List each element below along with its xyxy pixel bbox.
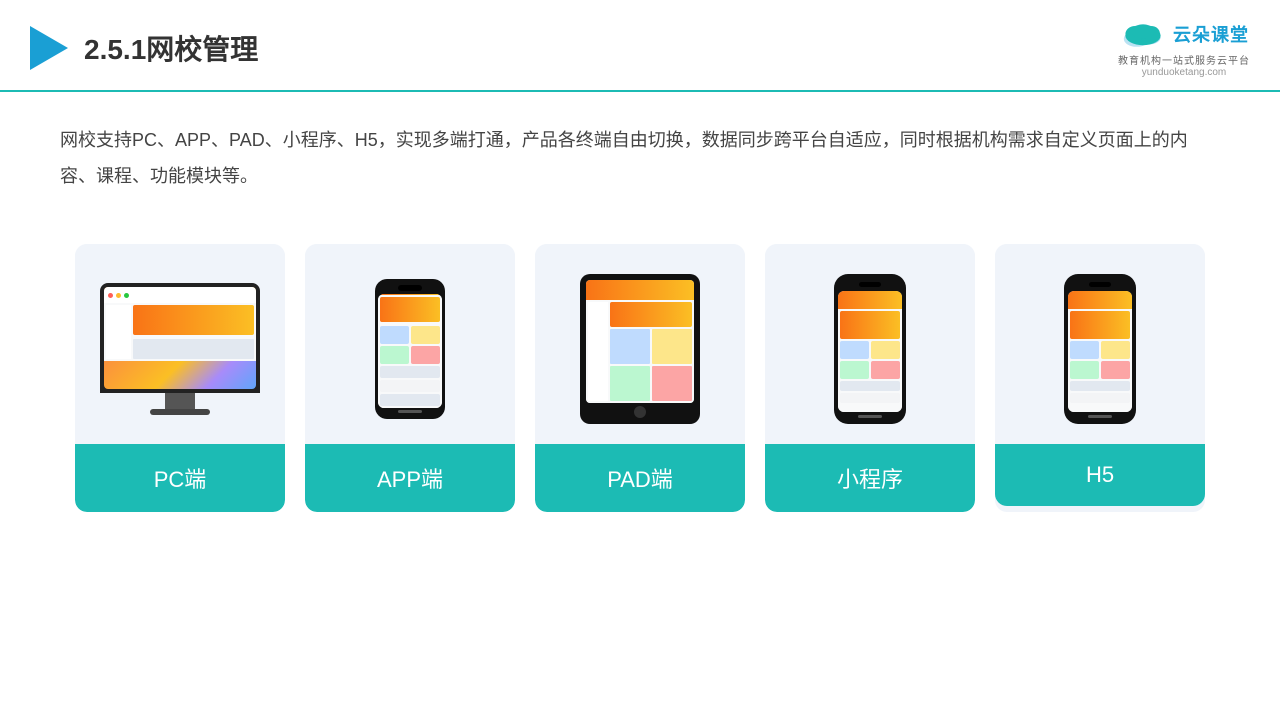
card-h5-label: H5 [995,444,1205,506]
card-app: APP端 [305,244,515,512]
h5-mockup [1064,274,1136,424]
card-pad-image [535,244,745,444]
logo-tagline: 教育机构一站式服务云平台 [1118,52,1250,67]
header-left: 2.5.1网校管理 [30,26,258,70]
cards-container: PC端 [0,224,1280,542]
card-miniprogram-label: 小程序 [765,444,975,512]
description-text: 网校支持PC、APP、PAD、小程序、H5，实现多端打通，产品各终端自由切换，数… [0,92,1280,214]
card-app-label: APP端 [305,444,515,512]
cloud-icon [1119,18,1167,50]
logo-url: yunduoketang.com [1142,67,1227,78]
logo-area: 云朵课堂 教育机构一站式服务云平台 yunduoketang.com [1118,18,1250,78]
app-mockup [375,279,445,419]
card-h5-image [995,244,1205,444]
card-pad: PAD端 [535,244,745,512]
card-pc-label: PC端 [75,444,285,512]
card-pc-image [75,244,285,444]
pc-mockup [100,283,260,415]
page-title: 2.5.1网校管理 [84,28,258,68]
play-icon [30,26,68,70]
card-miniprogram-image [765,244,975,444]
logo-cloud: 云朵课堂 [1119,18,1249,50]
logo-text: 云朵课堂 [1173,21,1249,47]
description-paragraph: 网校支持PC、APP、PAD、小程序、H5，实现多端打通，产品各终端自由切换，数… [60,122,1220,194]
miniprogram-mockup [834,274,906,424]
card-miniprogram: 小程序 [765,244,975,512]
page-header: 2.5.1网校管理 云朵课堂 教育机构一站式服务云平台 yunduoketang… [0,0,1280,92]
card-h5: H5 [995,244,1205,512]
card-pc: PC端 [75,244,285,512]
pad-mockup [580,274,700,424]
card-pad-label: PAD端 [535,444,745,512]
card-app-image [305,244,515,444]
